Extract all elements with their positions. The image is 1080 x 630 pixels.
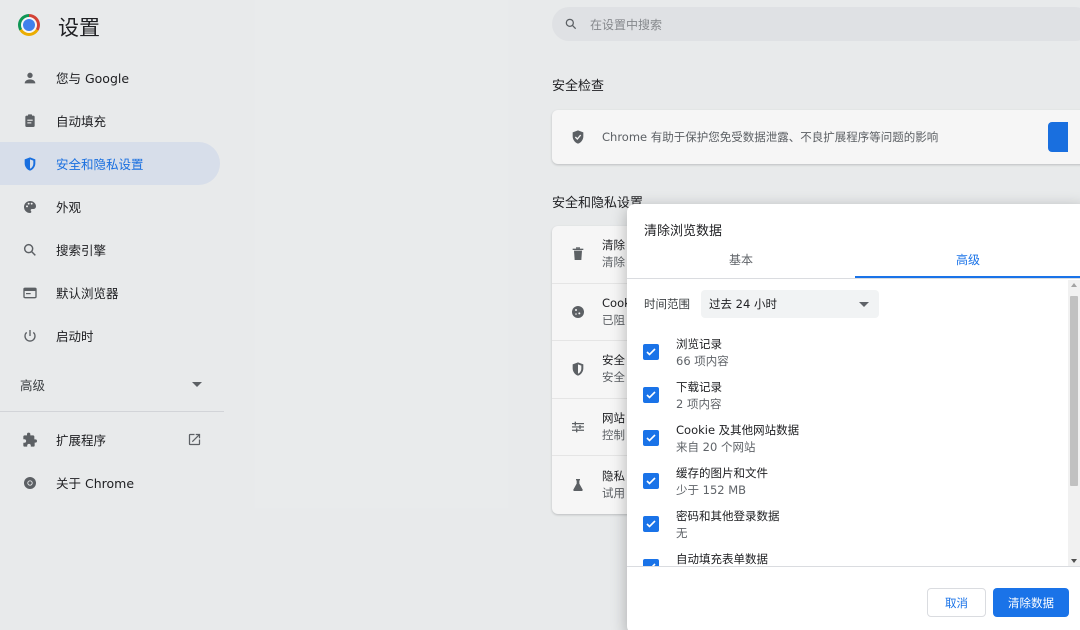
checkbox-browsing-history[interactable] — [643, 344, 659, 360]
option-label: 缓存的图片和文件 — [676, 466, 768, 480]
option-sub: 少于 152 MB — [676, 483, 747, 497]
tab-basic[interactable]: 基本 — [627, 244, 855, 278]
option-download-history[interactable]: 下载记录 2 项内容 — [643, 379, 722, 413]
checkbox-autofill[interactable] — [643, 559, 659, 566]
checkbox-cookies[interactable] — [643, 430, 659, 446]
checkbox-download-history[interactable] — [643, 387, 659, 403]
checkbox-passwords[interactable] — [643, 516, 659, 532]
scroll-up-arrow-icon[interactable] — [1071, 283, 1077, 287]
time-range-select[interactable]: 过去 24 小时 — [701, 290, 879, 318]
time-range-value: 过去 24 小时 — [709, 297, 777, 311]
time-range-row: 时间范围 过去 24 小时 — [644, 290, 879, 318]
checkmark-icon — [646, 477, 656, 485]
scroll-down-arrow-icon[interactable] — [1071, 559, 1077, 563]
cancel-button[interactable]: 取消 — [927, 588, 986, 617]
checkbox-cache[interactable] — [643, 473, 659, 489]
option-autofill[interactable]: 自动填充表单数据 — [643, 551, 768, 566]
checkmark-icon — [646, 434, 656, 442]
option-label: 密码和其他登录数据 — [676, 509, 780, 523]
option-cookies[interactable]: Cookie 及其他网站数据 来自 20 个网站 — [643, 422, 799, 456]
chevron-down-icon — [859, 301, 869, 307]
option-sub: 2 项内容 — [676, 397, 722, 411]
clear-data-button[interactable]: 清除数据 — [993, 588, 1069, 617]
option-label: 自动填充表单数据 — [676, 552, 768, 566]
dialog-footer-divider — [627, 566, 1080, 567]
clear-browsing-data-dialog: 清除浏览数据 基本 高级 时间范围 过去 24 小时 浏览记录 66 项内容 下载… — [627, 204, 1080, 630]
checkmark-icon — [646, 520, 656, 528]
scroll-thumb[interactable] — [1070, 296, 1078, 486]
option-sub: 无 — [676, 526, 688, 540]
dialog-tabs: 基本 高级 — [627, 244, 1080, 279]
dialog-scrollbar[interactable] — [1068, 280, 1080, 566]
checkmark-icon — [646, 348, 656, 356]
option-passwords[interactable]: 密码和其他登录数据无 — [643, 508, 780, 542]
time-range-label: 时间范围 — [644, 297, 690, 311]
tab-advanced[interactable]: 高级 — [855, 244, 1080, 278]
option-label: 下载记录 — [676, 380, 722, 394]
option-label: Cookie 及其他网站数据 — [676, 423, 800, 437]
dialog-body: 时间范围 过去 24 小时 浏览记录 66 项内容 下载记录 2 项内容 Cooki… — [627, 280, 1080, 566]
option-cache[interactable]: 缓存的图片和文件 少于 152 MB — [643, 465, 768, 499]
option-label: 浏览记录 — [676, 337, 722, 351]
option-sub: 来自 20 个网站 — [676, 440, 756, 454]
dialog-title: 清除浏览数据 — [644, 224, 723, 239]
option-browsing-history[interactable]: 浏览记录 66 项内容 — [643, 336, 729, 370]
checkmark-icon — [646, 391, 656, 399]
option-sub: 66 项内容 — [676, 354, 729, 368]
